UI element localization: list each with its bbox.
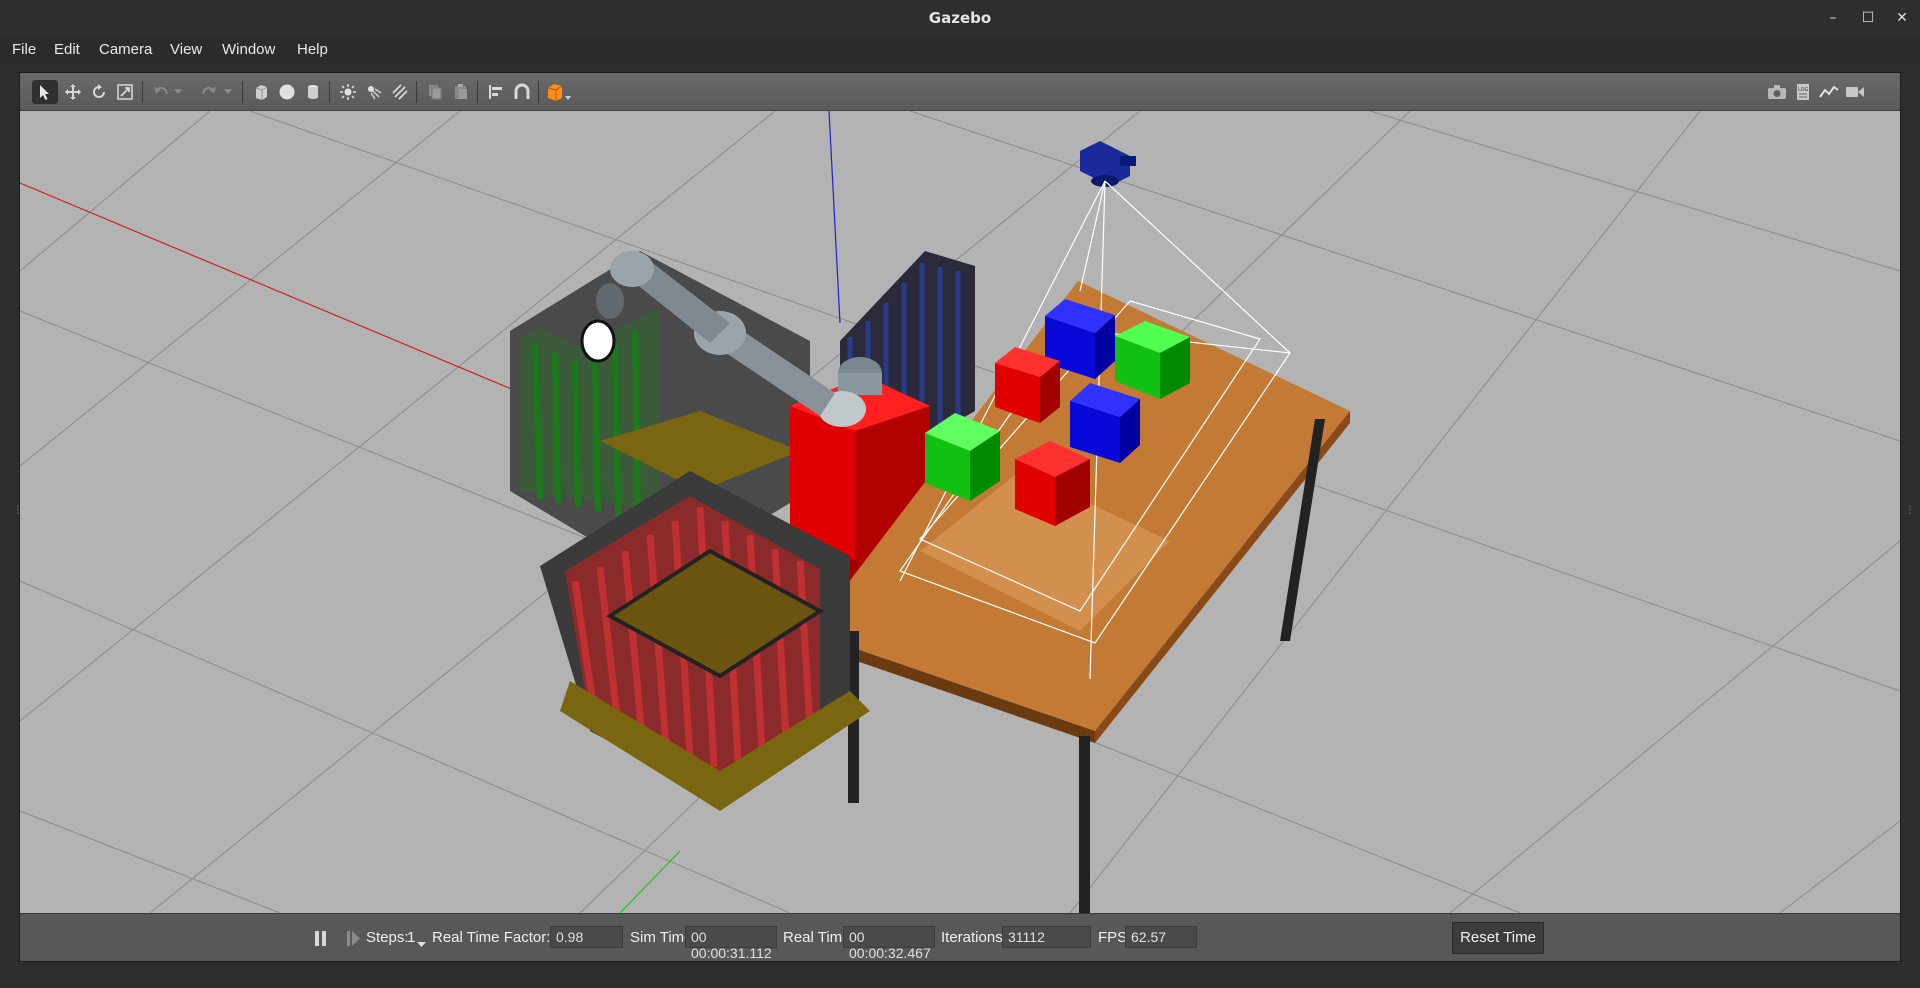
redo-icon[interactable] bbox=[196, 80, 222, 104]
redo-dropdown-icon[interactable] bbox=[220, 80, 236, 104]
maximize-icon[interactable]: ☐ bbox=[1857, 7, 1879, 29]
svg-text:LOG: LOG bbox=[1798, 87, 1809, 93]
minimize-icon[interactable]: – bbox=[1822, 7, 1844, 29]
iterations-value: 31112 bbox=[1002, 926, 1091, 948]
sphere-icon[interactable] bbox=[274, 80, 300, 104]
iterations-label: Iterations: bbox=[941, 929, 1007, 946]
step-forward-icon[interactable] bbox=[340, 926, 366, 950]
menu-bar: File Edit Camera View Window Help bbox=[0, 36, 1920, 64]
translate-icon[interactable] bbox=[60, 80, 86, 104]
video-record-icon[interactable] bbox=[1842, 80, 1868, 104]
reset-time-button[interactable]: Reset Time bbox=[1452, 922, 1544, 954]
menu-window[interactable]: Window bbox=[222, 41, 275, 58]
screenshot-icon[interactable] bbox=[1764, 80, 1790, 104]
view-angle-icon[interactable] bbox=[544, 80, 574, 104]
steps-label: Steps: bbox=[366, 929, 409, 946]
toolbar: LOG bbox=[20, 73, 1900, 111]
align-icon[interactable] bbox=[483, 80, 509, 104]
real-time-factor-label: Real Time Factor: bbox=[432, 929, 551, 946]
menu-edit[interactable]: Edit bbox=[54, 41, 80, 58]
title-bar: Gazebo – ☐ ✕ bbox=[0, 0, 1920, 36]
rotate-icon[interactable] bbox=[86, 80, 112, 104]
close-icon[interactable]: ✕ bbox=[1891, 7, 1913, 29]
log-icon[interactable]: LOG bbox=[1790, 80, 1816, 104]
copy-icon[interactable] bbox=[422, 80, 448, 104]
point-light-icon[interactable] bbox=[335, 80, 361, 104]
fps-value: 62.57 bbox=[1125, 926, 1197, 948]
left-panel-handle[interactable]: ⋮ bbox=[13, 505, 23, 521]
3d-viewport[interactable] bbox=[20, 111, 1900, 913]
spot-light-icon[interactable] bbox=[361, 80, 387, 104]
window-title: Gazebo bbox=[928, 9, 992, 27]
undo-dropdown-icon[interactable] bbox=[170, 80, 186, 104]
real-time-value: 00 00:00:32.467 bbox=[843, 926, 935, 961]
pause-icon[interactable] bbox=[308, 926, 334, 950]
menu-help[interactable]: Help bbox=[297, 41, 328, 58]
box-icon[interactable] bbox=[248, 80, 274, 104]
main-area: LOG Steps: 1 Real Time Factor: 0.98 Sim … bbox=[19, 72, 1901, 962]
status-bar: Steps: 1 Real Time Factor: 0.98 Sim Time… bbox=[20, 913, 1900, 961]
menu-file[interactable]: File bbox=[12, 41, 36, 58]
right-panel-handle[interactable]: ⋮ bbox=[1905, 505, 1915, 521]
plot-icon[interactable] bbox=[1816, 80, 1842, 104]
sim-time-value: 00 00:00:31.112 bbox=[685, 926, 777, 961]
scene-render bbox=[20, 111, 1900, 913]
cylinder-icon[interactable] bbox=[300, 80, 326, 104]
scale-icon[interactable] bbox=[112, 80, 138, 104]
menu-view[interactable]: View bbox=[170, 41, 202, 58]
paste-icon[interactable] bbox=[448, 80, 474, 104]
real-time-factor-value: 0.98 bbox=[550, 926, 623, 948]
directional-light-icon[interactable] bbox=[387, 80, 413, 104]
menu-camera[interactable]: Camera bbox=[99, 41, 152, 58]
steps-dropdown-icon[interactable] bbox=[417, 935, 426, 952]
snap-icon[interactable] bbox=[509, 80, 535, 104]
select-arrow-icon[interactable] bbox=[32, 80, 58, 104]
steps-value[interactable]: 1 bbox=[407, 929, 415, 946]
